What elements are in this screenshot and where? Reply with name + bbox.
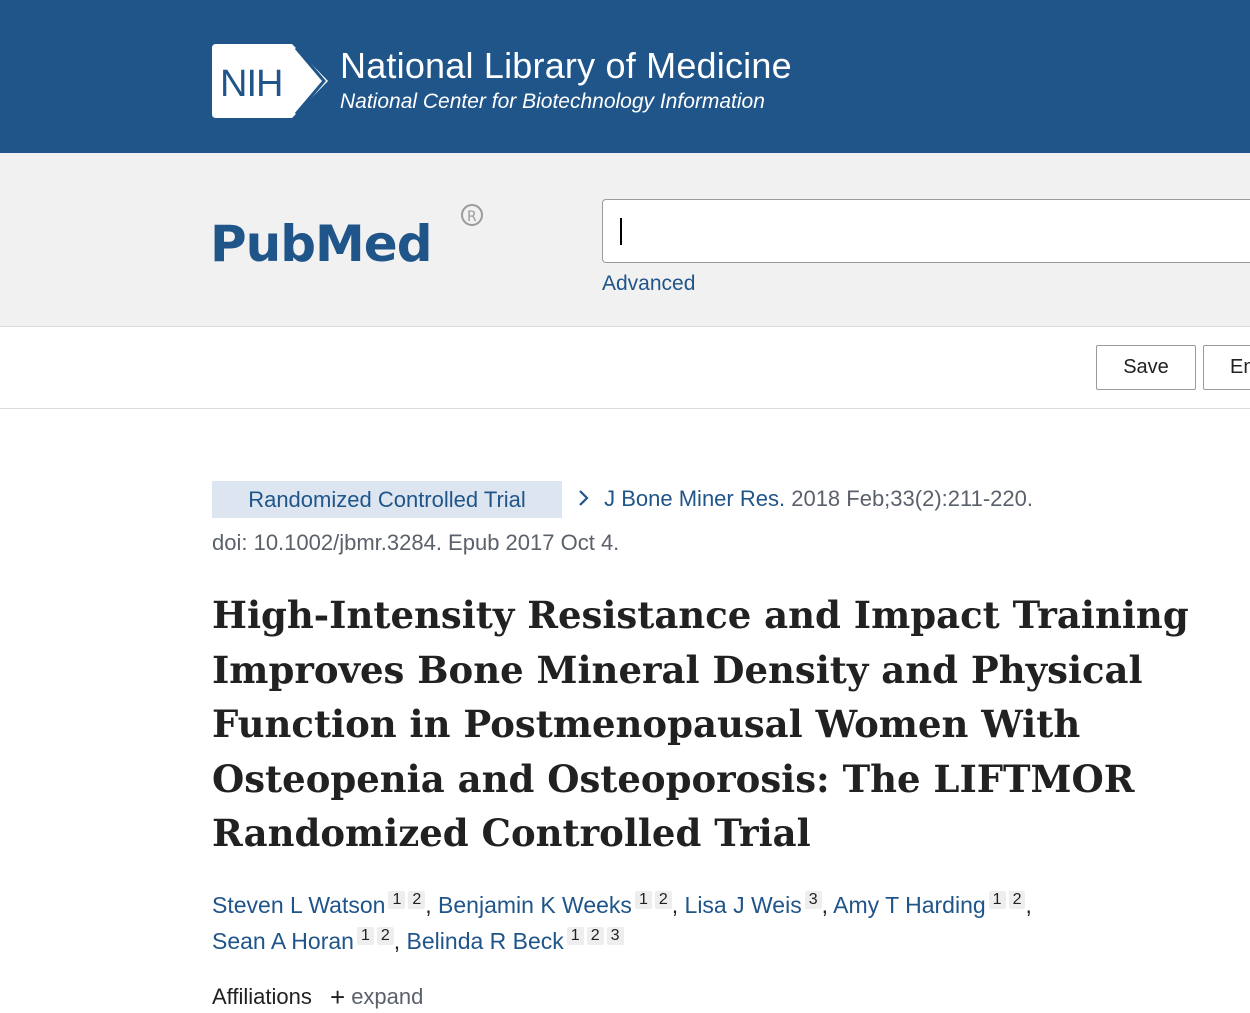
author-separator: , bbox=[821, 892, 834, 918]
author-item: Amy T Harding 1 2, bbox=[833, 891, 1032, 918]
expand-label: expand bbox=[351, 984, 424, 1009]
author-item: Benjamin K Weeks 1 2, bbox=[438, 891, 685, 918]
affiliations-label: Affiliations bbox=[212, 984, 312, 1009]
search-band: PubMed R Advanced bbox=[0, 153, 1250, 327]
pubmed-logo-text: PubMed bbox=[210, 215, 432, 273]
action-bar: Save Em bbox=[0, 327, 1250, 409]
affiliation-number[interactable]: 2 bbox=[376, 927, 394, 946]
citation-details: 2018 Feb;33(2):211-220. bbox=[791, 486, 1033, 511]
author-link[interactable]: Sean A Horan bbox=[212, 928, 354, 954]
author-separator: , bbox=[393, 928, 407, 954]
expand-affiliations-button[interactable]: + expand bbox=[330, 982, 424, 1012]
nih-subtitle: National Center for Biotechnology Inform… bbox=[340, 90, 765, 113]
author-list: Steven L Watson 1 2, Benjamin K Weeks 1 2, L… bbox=[212, 887, 1212, 959]
affiliation-number[interactable]: 1 bbox=[388, 891, 406, 910]
citation-line: J Bone Miner Res. 2018 Feb;33(2):211-220… bbox=[578, 486, 1033, 512]
affiliation-number[interactable]: 1 bbox=[634, 891, 652, 910]
author-item: Sean A Horan 1 2, bbox=[212, 927, 407, 954]
affiliations-row: Affiliations + expand bbox=[212, 982, 423, 1013]
email-button[interactable]: Em bbox=[1203, 345, 1250, 390]
affiliation-number[interactable]: 1 bbox=[566, 927, 584, 946]
author-separator: , bbox=[671, 892, 685, 918]
affiliation-number[interactable]: 2 bbox=[654, 891, 672, 910]
author-item: Belinda R Beck 1 2 3 bbox=[407, 927, 624, 954]
nih-logo-text: NIH bbox=[220, 63, 282, 105]
nih-logo[interactable]: NIH bbox=[212, 44, 330, 118]
author-item: Steven L Watson 1 2, bbox=[212, 891, 439, 918]
search-input[interactable] bbox=[602, 199, 1250, 263]
affiliation-number[interactable]: 2 bbox=[586, 927, 604, 946]
save-button[interactable]: Save bbox=[1096, 345, 1196, 390]
author-link[interactable]: Benjamin K Weeks bbox=[438, 892, 632, 918]
article-title: High-Intensity Resistance and Impact Tra… bbox=[212, 593, 1189, 855]
author-separator: , bbox=[425, 892, 439, 918]
affiliation-number[interactable]: 1 bbox=[356, 927, 374, 946]
pubmed-logo[interactable]: PubMed R bbox=[208, 189, 498, 289]
nih-title: National Library of Medicine bbox=[340, 45, 792, 86]
author-separator: , bbox=[1025, 892, 1032, 918]
publication-type-badge[interactable]: Randomized Controlled Trial bbox=[212, 481, 562, 518]
journal-link[interactable]: J Bone Miner Res. bbox=[604, 486, 785, 511]
affiliation-number[interactable]: 2 bbox=[408, 891, 426, 910]
svg-text:R: R bbox=[467, 209, 477, 225]
author-link[interactable]: Belinda R Beck bbox=[407, 928, 564, 954]
author-link[interactable]: Steven L Watson bbox=[212, 892, 385, 918]
affiliation-number[interactable]: 1 bbox=[988, 891, 1006, 910]
author-item: Lisa J Weis 3, bbox=[685, 891, 834, 918]
author-link[interactable]: Lisa J Weis bbox=[685, 892, 802, 918]
author-link[interactable]: Amy T Harding bbox=[833, 892, 986, 918]
affiliation-number[interactable]: 3 bbox=[606, 927, 624, 946]
nih-banner: NIH National Library of Medicine Nationa… bbox=[0, 0, 1250, 153]
advanced-search-link[interactable]: Advanced bbox=[602, 272, 695, 296]
affiliation-number[interactable]: 2 bbox=[1008, 891, 1026, 910]
doi-line: doi: 10.1002/jbmr.3284. Epub 2017 Oct 4. bbox=[212, 530, 620, 555]
text-caret bbox=[620, 218, 622, 245]
chevron-right-icon[interactable] bbox=[578, 486, 596, 511]
affiliation-number[interactable]: 3 bbox=[804, 891, 822, 910]
plus-icon: + bbox=[330, 982, 346, 1012]
